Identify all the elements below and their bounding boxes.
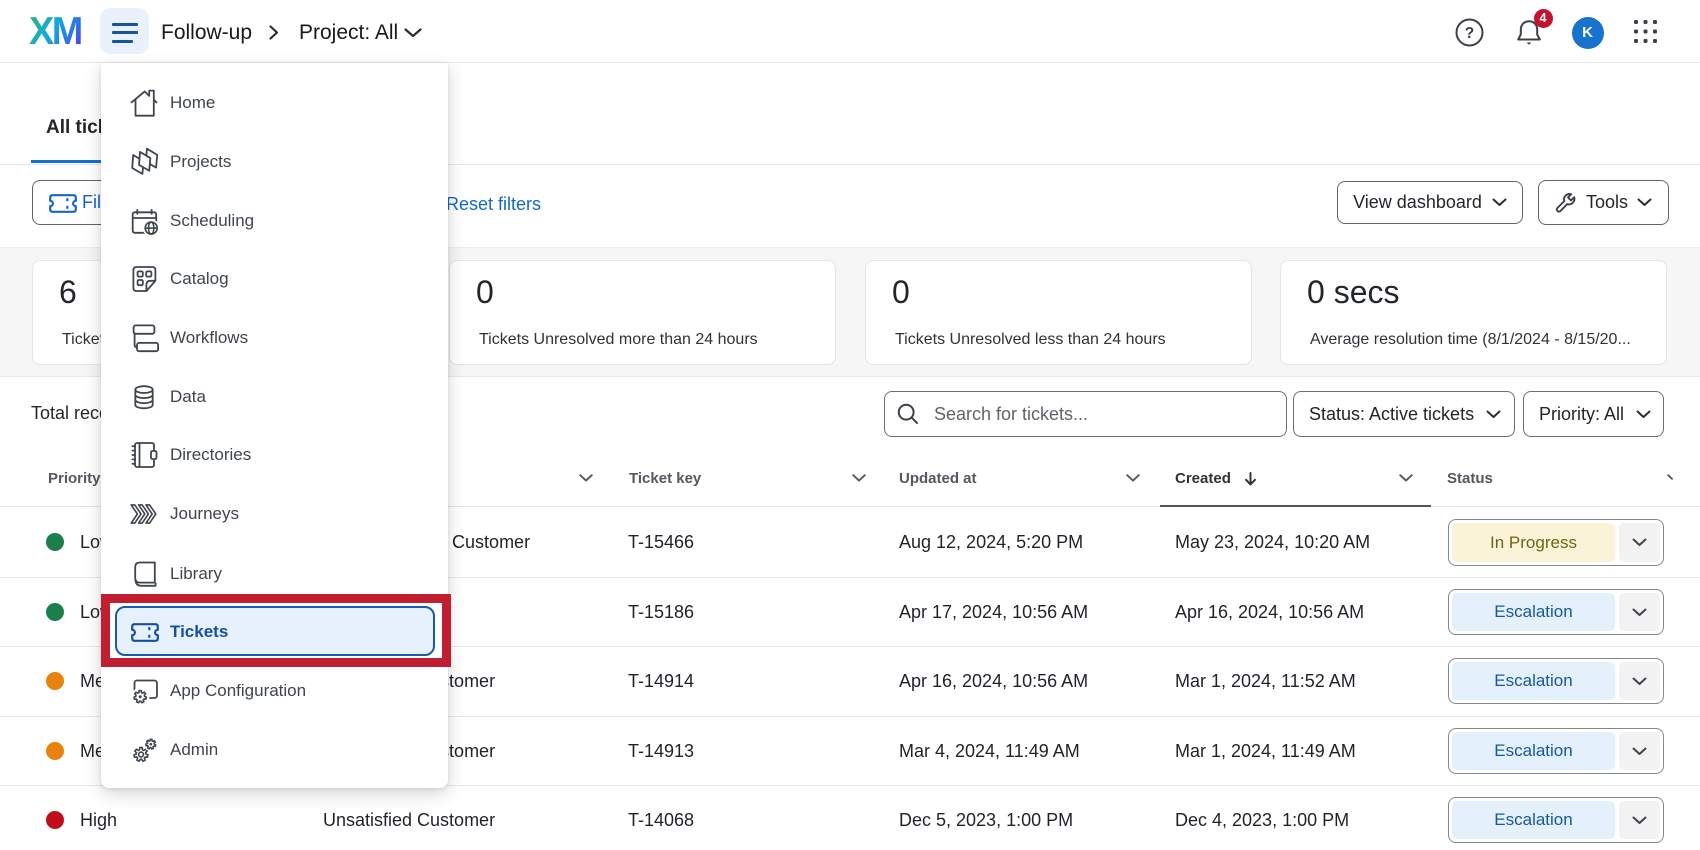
svg-text:?: ? [1465,25,1474,42]
